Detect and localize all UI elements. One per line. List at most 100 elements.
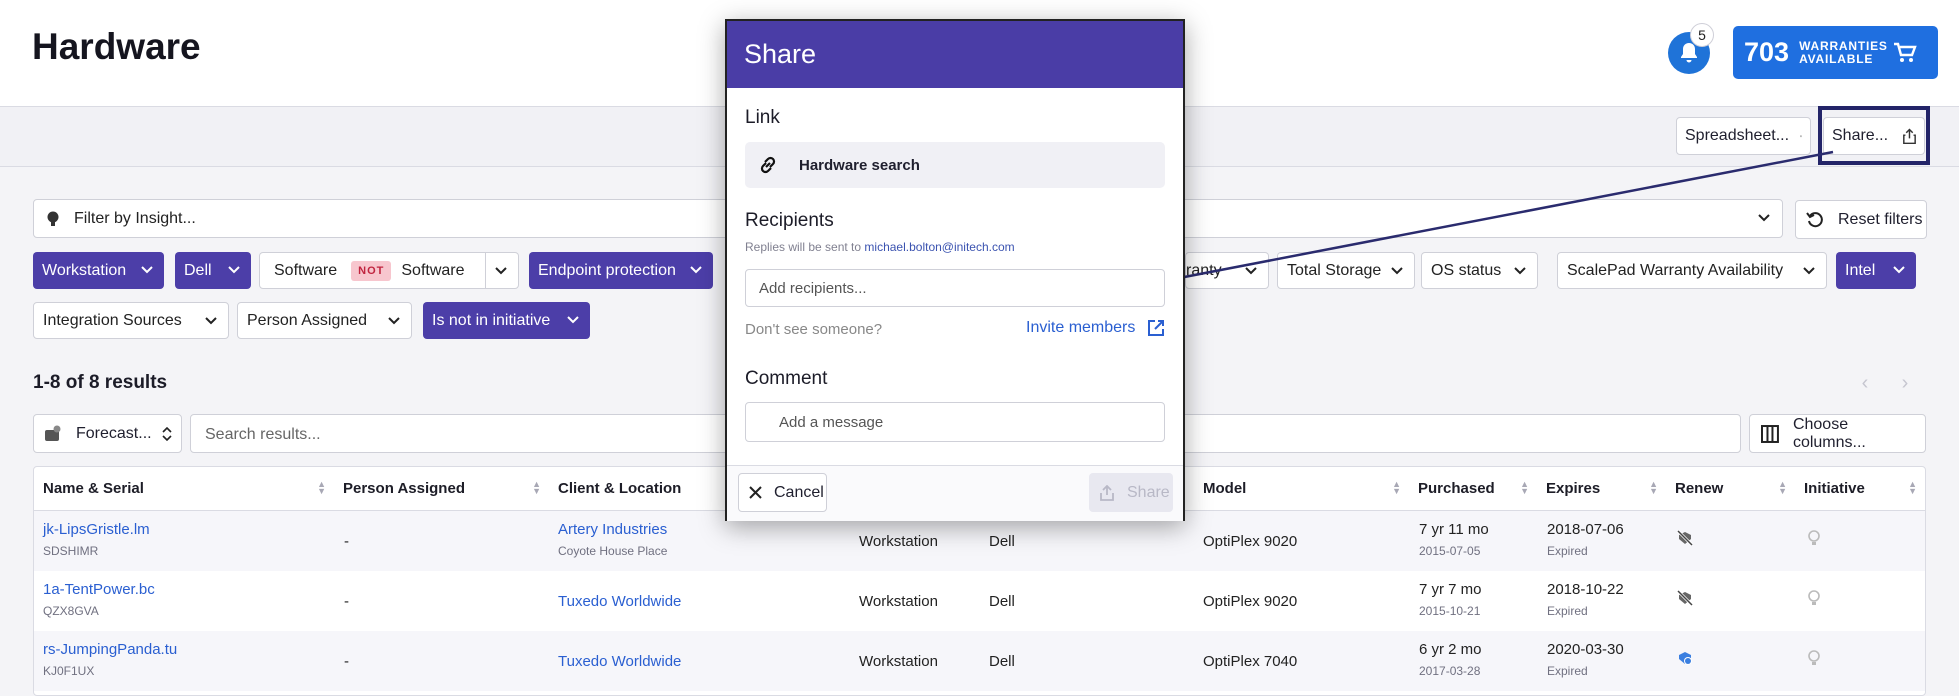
chevron-down-icon	[141, 266, 153, 274]
purchase-date: 2017-03-28	[1419, 664, 1481, 678]
table-row[interactable]: 1a-TentPower.bc QZX8GVA - Tuxedo Worldwi…	[34, 571, 1925, 631]
col-label: Client & Location	[558, 480, 682, 497]
chip-total-storage[interactable]: Total Storage	[1277, 252, 1415, 289]
reset-icon	[1806, 211, 1823, 227]
col-header-client[interactable]: Client & Location	[549, 467, 729, 510]
chip-integration-sources[interactable]: Integration Sources	[33, 302, 229, 339]
col-header-person[interactable]: Person Assigned ▲ ▼	[334, 467, 549, 510]
device-name-link[interactable]: jk-LipsGristle.lm	[43, 521, 150, 538]
client-link[interactable]: Tuxedo Worldwide	[558, 653, 681, 670]
col-label: Person Assigned	[343, 480, 465, 497]
initiative-bulb-icon[interactable]	[1807, 649, 1821, 667]
client-link[interactable]: Artery Industries	[558, 521, 667, 538]
share-link-box[interactable]: Hardware search	[745, 142, 1165, 188]
client-link[interactable]: Tuxedo Worldwide	[558, 593, 681, 610]
invite-members-label: Invite members	[1026, 319, 1136, 336]
link-heading: Link	[745, 107, 780, 128]
chevron-down-icon	[228, 266, 240, 274]
recipients-heading: Recipients	[745, 210, 834, 231]
col-header-purchased[interactable]: Purchased ▲ ▼	[1409, 467, 1537, 510]
chip-not-in-initiative[interactable]: Is not in initiative	[423, 302, 590, 339]
col-header-name[interactable]: Name & Serial ▲ ▼	[34, 467, 334, 510]
expiry-status: Expired	[1547, 664, 1588, 678]
device-make: Dell	[989, 593, 1015, 610]
chip-label: Intel	[1845, 261, 1876, 279]
person-assigned: -	[344, 653, 349, 670]
choose-columns-button[interactable]: Choose columns...	[1749, 414, 1926, 453]
purchase-date: 2015-10-21	[1419, 604, 1481, 618]
share-highlight-box	[1818, 106, 1930, 165]
sort-icon: ▲ ▼	[1392, 479, 1401, 496]
invite-members-link[interactable]: Invite members	[1026, 319, 1165, 337]
spreadsheet-label: Spreadsheet...	[1685, 127, 1790, 144]
share-dialog: Share Link Hardware search Recipients Re…	[725, 19, 1185, 521]
sort-icon: ▲ ▼	[1649, 479, 1658, 496]
chevron-right-icon: ›	[1901, 372, 1909, 394]
chip-workstation[interactable]: Workstation	[33, 252, 164, 289]
col-header-renew[interactable]: Renew ▲ ▼	[1666, 467, 1795, 510]
person-assigned: -	[344, 593, 349, 610]
notification-count-badge: 5	[1690, 23, 1714, 47]
chevron-down-icon	[1514, 267, 1526, 275]
reset-filters-button[interactable]: Reset filters	[1795, 200, 1927, 239]
chip-warranty[interactable]: ranty	[1185, 252, 1269, 289]
table-row[interactable]: rs-JumpingPanda.tu KJ0F1UX - Tuxedo Worl…	[34, 631, 1925, 691]
chevron-down-icon	[1803, 267, 1815, 275]
comment-heading: Comment	[745, 368, 828, 389]
initiative-bulb-icon[interactable]	[1807, 589, 1821, 607]
chip-label: Total Storage	[1287, 261, 1382, 279]
prev-page-button[interactable]: ‹	[1849, 368, 1881, 400]
col-header-model[interactable]: Model ▲ ▼	[1194, 467, 1409, 510]
sort-icon: ▲ ▼	[317, 479, 326, 496]
chip-intel[interactable]: Intel	[1836, 252, 1916, 289]
cancel-button[interactable]: Cancel	[738, 473, 827, 512]
cancel-label: Cancel	[774, 483, 824, 501]
spreadsheet-button[interactable]: Spreadsheet...	[1676, 117, 1811, 155]
col-label: Initiative	[1804, 480, 1865, 497]
external-link-icon	[1148, 320, 1165, 336]
sort-icon: ▲ ▼	[532, 479, 541, 496]
purchase-date: 2015-07-05	[1419, 544, 1481, 558]
share-dialog-title: Share	[727, 21, 1183, 88]
warranties-available-button[interactable]: 703 WARRANTIES AVAILABLE	[1733, 26, 1938, 79]
chip-endpoint-protection[interactable]: Endpoint protection	[529, 252, 713, 289]
device-name-link[interactable]: rs-JumpingPanda.tu	[43, 641, 177, 658]
chip-label: Software	[274, 261, 338, 279]
chip-dell[interactable]: Dell	[175, 252, 251, 289]
share-link-text: Hardware search	[799, 156, 920, 174]
chip-person-assigned[interactable]: Person Assigned	[237, 302, 412, 339]
device-age: 7 yr 11 mo	[1419, 521, 1489, 538]
col-header-expires[interactable]: Expires ▲ ▼	[1537, 467, 1666, 510]
device-type: Workstation	[859, 533, 938, 550]
share-submit-button[interactable]: Share	[1089, 473, 1173, 512]
chip-label: Dell	[184, 261, 212, 279]
initiative-bulb-icon[interactable]	[1807, 529, 1821, 547]
chip-label: Is not in initiative	[432, 311, 551, 329]
device-model: OptiPlex 9020	[1203, 593, 1298, 610]
next-page-button[interactable]: ›	[1889, 368, 1921, 400]
chip-scalepad-warranty[interactable]: ScalePad Warranty Availability	[1557, 252, 1827, 289]
chip-label: OS status	[1431, 261, 1502, 279]
renew-disabled-icon[interactable]	[1676, 589, 1694, 607]
expiry-date: 2018-10-22	[1547, 581, 1624, 598]
device-model: OptiPlex 7040	[1203, 653, 1298, 670]
chevron-down-icon	[1893, 266, 1905, 274]
message-input[interactable]: Add a message	[745, 402, 1165, 442]
renew-available-icon[interactable]	[1676, 649, 1694, 667]
forecast-select[interactable]: Forecast...	[33, 414, 182, 453]
device-name-link[interactable]: 1a-TentPower.bc	[43, 581, 155, 598]
expiry-date: 2018-07-06	[1547, 521, 1624, 538]
renew-disabled-icon[interactable]	[1676, 529, 1694, 547]
expiry-status: Expired	[1547, 604, 1588, 618]
chevron-down-icon	[495, 267, 507, 275]
col-header-initiative[interactable]: Initiative ▲ ▼	[1795, 467, 1925, 510]
recipients-input[interactable]: Add recipients...	[745, 269, 1165, 307]
device-type: Workstation	[859, 653, 938, 670]
device-serial: SDSHIMR	[43, 544, 99, 558]
cart-icon	[1894, 42, 1917, 62]
col-label: Expires	[1546, 480, 1601, 497]
chip-software-not-software[interactable]: Software NOT Software	[259, 252, 519, 289]
chip-os-status[interactable]: OS status	[1421, 252, 1538, 289]
replies-note: Replies will be sent to michael.bolton@i…	[745, 240, 1015, 254]
reset-filters-label: Reset filters	[1838, 210, 1923, 228]
